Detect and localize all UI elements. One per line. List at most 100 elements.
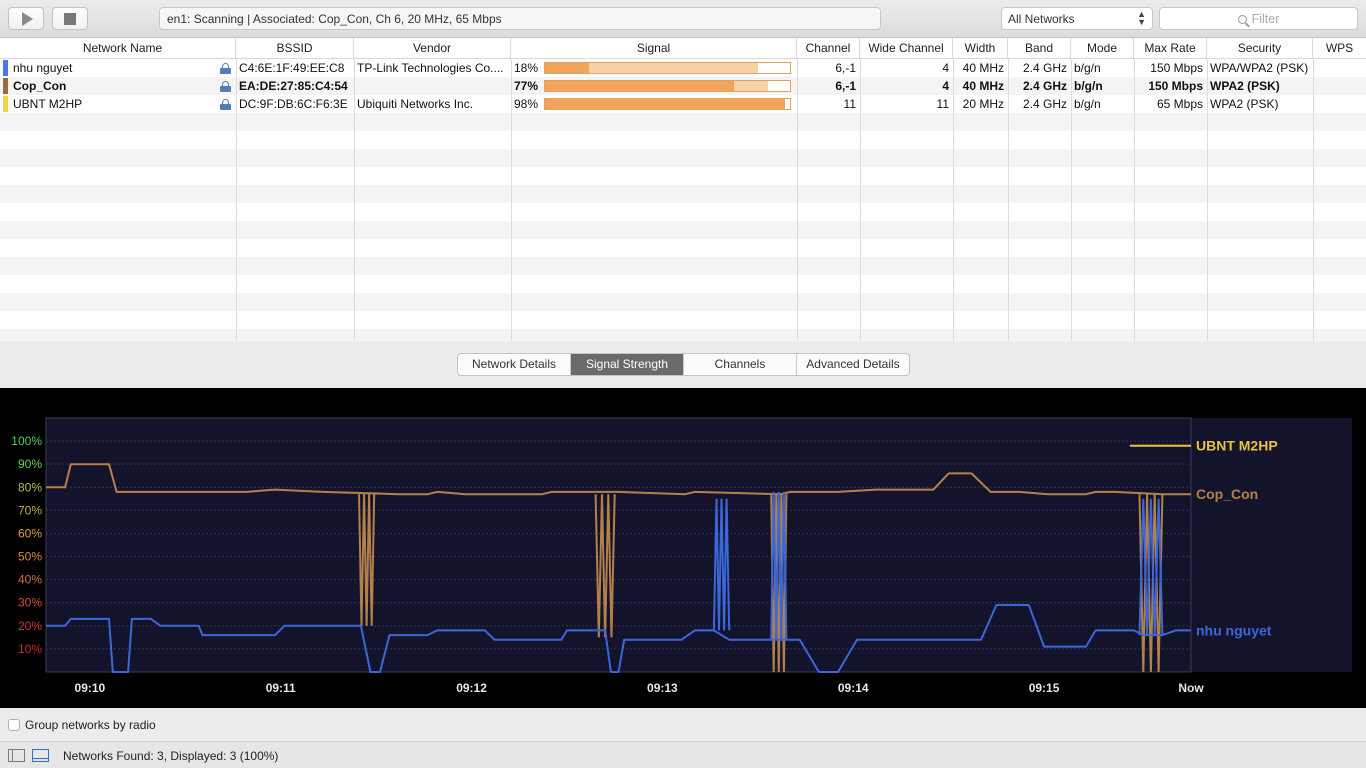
- tab-channels[interactable]: Channels: [684, 354, 797, 375]
- networks-filter-select[interactable]: All Networks ▲ ▼: [1001, 7, 1153, 30]
- max-rate-cell: 65 Mbps: [1156, 97, 1203, 111]
- wps-cell: [1316, 95, 1364, 113]
- group-networks-checkbox-row[interactable]: Group networks by radio: [8, 718, 156, 732]
- lock-icon: [220, 99, 231, 110]
- wide-channel-cell: 4: [942, 79, 949, 93]
- network-name-cell: Cop_Con: [13, 79, 67, 93]
- width-cell: 40 MHz: [962, 61, 1004, 75]
- network-name-cell: nhu nguyet: [13, 61, 73, 75]
- col-mode[interactable]: Mode: [1071, 38, 1134, 59]
- col-signal[interactable]: Signal: [511, 38, 797, 59]
- x-tick-label: 09:15: [1029, 681, 1060, 695]
- bssid-cell: DC:9F:DB:6C:F6:3E: [239, 97, 348, 111]
- mode-cell: b/g/n: [1074, 97, 1101, 111]
- signal-chart-svg: 100% 90% 80% 70% 60% 50% 40% 30% 20% 10% 09:10 09:1…: [11, 417, 1352, 695]
- vendor-cell: Ubiquiti Networks Inc.: [357, 97, 474, 111]
- x-tick-label: 09:14: [838, 681, 869, 695]
- group-networks-checkbox[interactable]: [8, 719, 20, 731]
- signal-bar: [544, 98, 791, 110]
- mode-cell: b/g/n: [1074, 79, 1103, 93]
- mode-cell: b/g/n: [1074, 61, 1101, 75]
- col-channel[interactable]: Channel: [797, 38, 860, 59]
- y-tick-label: 100%: [11, 434, 42, 448]
- col-band[interactable]: Band: [1008, 38, 1071, 59]
- stop-icon: [64, 12, 76, 25]
- width-cell: 20 MHz: [962, 97, 1004, 111]
- network-color-swatch: [3, 78, 8, 94]
- tab-advanced-details[interactable]: Advanced Details: [797, 354, 909, 375]
- network-name-cell: UBNT M2HP: [13, 97, 83, 111]
- col-wide-channel[interactable]: Wide Channel: [860, 38, 953, 59]
- col-vendor[interactable]: Vendor: [354, 38, 511, 59]
- table-row-stripe: [0, 221, 1366, 239]
- col-width[interactable]: Width: [953, 38, 1008, 59]
- tab-network-details[interactable]: Network Details: [458, 354, 571, 375]
- channel-cell: 6,-1: [835, 79, 856, 93]
- col-bssid[interactable]: BSSID: [236, 38, 354, 59]
- x-tick-label: 09:11: [266, 681, 296, 695]
- up-down-arrows-icon: ▲ ▼: [1137, 9, 1146, 27]
- table-row-stripe: [0, 257, 1366, 275]
- series-label-ubnt-m2hp: UBNT M2HP: [1196, 438, 1278, 454]
- wide-channel-cell: 4: [942, 61, 949, 75]
- toolbar: en1: Scanning | Associated: Cop_Con, Ch …: [0, 0, 1366, 38]
- table-row-stripe: [0, 311, 1366, 329]
- table-row-stripe: [0, 293, 1366, 311]
- security-cell: WPA2 (PSK): [1210, 79, 1280, 93]
- y-tick-label: 60%: [18, 526, 42, 540]
- networks-filter-value: All Networks: [1008, 12, 1075, 26]
- table-row[interactable]: UBNT M2HP DC:9F:DB:6C:F6:3E Ubiquiti Netwo…: [0, 95, 1366, 113]
- band-cell: 2.4 GHz: [1022, 79, 1067, 93]
- table-row-stripe: [0, 185, 1366, 203]
- table-row[interactable]: Cop_Con EA:DE:27:85:C4:54 77% 6,-1 4 40 MHz 2.…: [0, 77, 1366, 95]
- band-cell: 2.4 GHz: [1022, 61, 1067, 75]
- max-rate-cell: 150 Mbps: [1150, 61, 1203, 75]
- y-tick-label: 40%: [18, 573, 42, 587]
- toggle-bottom-pane-icon[interactable]: [32, 749, 49, 762]
- signal-strength-chart: 100% 90% 80% 70% 60% 50% 40% 30% 20% 10% 09:10 09:1…: [0, 388, 1366, 708]
- signal-bar: [544, 62, 791, 74]
- wide-channel-cell: 11: [936, 97, 949, 111]
- y-tick-label: 80%: [18, 480, 42, 494]
- x-tick-label: 09:13: [647, 681, 678, 695]
- col-max-rate[interactable]: Max Rate: [1134, 38, 1207, 59]
- signal-bar-current: [545, 99, 786, 109]
- table-row-stripe: [0, 203, 1366, 221]
- lock-icon: [220, 63, 231, 74]
- col-network-name[interactable]: Network Name: [10, 38, 236, 59]
- search-icon: [1237, 15, 1247, 24]
- channel-cell: 11: [843, 97, 856, 111]
- signal-percent-cell: 18%: [514, 61, 539, 75]
- table-row-stripe: [0, 329, 1366, 341]
- table-body: nhu nguyet C4:6E:1F:49:EE:C8 TP-Link Techn…: [0, 59, 1366, 341]
- stop-button[interactable]: [52, 7, 88, 30]
- wps-cell: [1316, 77, 1364, 95]
- y-tick-label: 20%: [18, 619, 42, 633]
- wps-cell: [1316, 59, 1364, 77]
- network-color-swatch: [3, 60, 8, 76]
- signal-percent-cell: 77%: [514, 79, 539, 93]
- y-tick-label: 10%: [18, 642, 42, 656]
- band-cell: 2.4 GHz: [1022, 97, 1067, 111]
- col-wps[interactable]: WPS: [1313, 38, 1366, 59]
- table-header: Network Name BSSID Vendor Signal Channel…: [0, 38, 1366, 59]
- play-button[interactable]: [8, 7, 44, 30]
- x-tick-label: 09:12: [456, 681, 487, 695]
- table-row-stripe: [0, 113, 1366, 131]
- filter-placeholder: Filter: [1251, 12, 1280, 26]
- max-rate-cell: 150 Mbps: [1148, 79, 1203, 93]
- table-row-stripe: [0, 149, 1366, 167]
- table-row[interactable]: nhu nguyet C4:6E:1F:49:EE:C8 TP-Link Techn…: [0, 59, 1366, 77]
- col-security[interactable]: Security: [1207, 38, 1313, 59]
- signal-bar-current: [545, 63, 590, 73]
- network-table: Network Name BSSID Vendor Signal Channel…: [0, 38, 1366, 341]
- bssid-cell: EA:DE:27:85:C4:54: [239, 79, 348, 93]
- network-color-swatch: [3, 96, 8, 112]
- x-tick-label: 09:10: [75, 681, 106, 695]
- x-tick-label: Now: [1178, 681, 1204, 695]
- table-row-stripe: [0, 275, 1366, 293]
- security-cell: WPA/WPA2 (PSK): [1210, 61, 1309, 75]
- tab-signal-strength[interactable]: Signal Strength: [571, 354, 684, 375]
- filter-search-input[interactable]: Filter: [1159, 7, 1358, 30]
- toggle-sidebar-icon[interactable]: [8, 749, 25, 762]
